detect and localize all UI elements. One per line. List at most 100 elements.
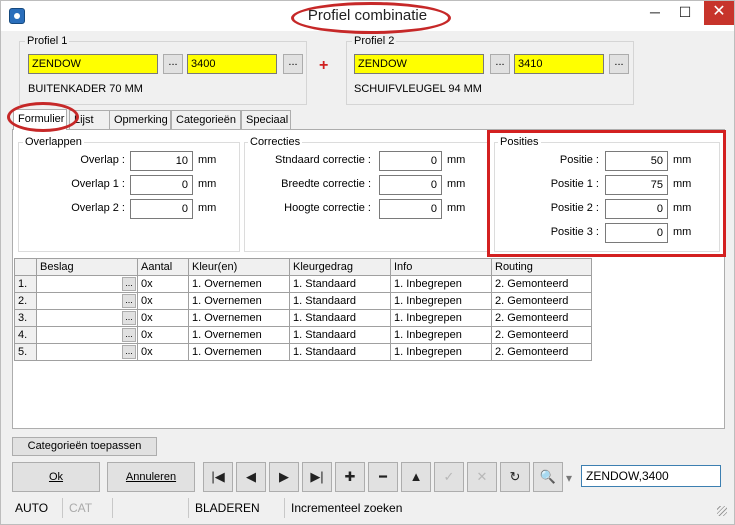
aantal-cell[interactable]: 0x — [137, 309, 189, 327]
beslag-cell[interactable]: ... — [36, 343, 138, 361]
first-record-button[interactable]: |◀ — [203, 462, 233, 492]
delete-record-button[interactable]: ━ — [368, 462, 398, 492]
row-number: 5. — [14, 343, 37, 361]
search-dropdown-icon[interactable]: ▾ — [566, 471, 572, 485]
refresh-icon[interactable]: ↻ — [500, 462, 530, 492]
grid-col-aantal[interactable]: Aantal — [137, 258, 189, 276]
table-row[interactable]: 5. ... 0x 1. Overnemen 1. Standaard 1. I… — [14, 343, 592, 361]
aantal-cell[interactable]: 0x — [137, 292, 189, 310]
overlap-input[interactable]: 10 — [130, 151, 193, 171]
cancel-x-icon[interactable]: ✕ — [467, 462, 497, 492]
routing-cell[interactable]: 2. Gemonteerd — [491, 309, 592, 327]
routing-cell[interactable]: 2. Gemonteerd — [491, 275, 592, 293]
kleurgedrag-cell[interactable]: 1. Standaard — [289, 309, 391, 327]
table-row[interactable]: 1. ... 0x 1. Overnemen 1. Standaard 1. I… — [14, 275, 592, 293]
status-search-mode: Incrementeel zoeken — [291, 501, 403, 515]
overlap1-input[interactable]: 0 — [130, 175, 193, 195]
overlap2-input[interactable]: 0 — [130, 199, 193, 219]
grid-col-routing[interactable]: Routing — [491, 258, 592, 276]
routing-cell[interactable]: 2. Gemonteerd — [491, 292, 592, 310]
info-cell[interactable]: 1. Inbegrepen — [390, 326, 492, 344]
beslag-cell[interactable]: ... — [36, 309, 138, 327]
hoogte-correctie-unit: mm — [447, 202, 466, 214]
ok-button[interactable]: Ok — [12, 462, 100, 492]
aantal-cell[interactable]: 0x — [137, 326, 189, 344]
row-number: 1. — [14, 275, 37, 293]
profiel1-code-field[interactable]: 3400 — [187, 54, 277, 74]
kleurgedrag-cell[interactable]: 1. Standaard — [289, 275, 391, 293]
profiel2-name-field[interactable]: ZENDOW — [354, 54, 484, 74]
close-button[interactable]: ✕ — [704, 1, 734, 25]
beslag-lookup-button[interactable]: ... — [122, 294, 136, 308]
grid-col-rownum — [14, 258, 37, 276]
kleur-cell[interactable]: 1. Overnemen — [188, 292, 290, 310]
profiel1-code-lookup-button[interactable]: ... — [283, 54, 303, 74]
table-row[interactable]: 2. ... 0x 1. Overnemen 1. Standaard 1. I… — [14, 292, 592, 310]
table-row[interactable]: 3. ... 0x 1. Overnemen 1. Standaard 1. I… — [14, 309, 592, 327]
last-record-button[interactable]: ▶| — [302, 462, 332, 492]
status-cat: CAT — [63, 498, 113, 518]
table-row[interactable]: 4. ... 0x 1. Overnemen 1. Standaard 1. I… — [14, 326, 592, 344]
beslag-lookup-button[interactable]: ... — [122, 328, 136, 342]
overlap-label: Overlap : — [80, 154, 125, 166]
standaard-correctie-input[interactable]: 0 — [379, 151, 442, 171]
profiel2-name-lookup-button[interactable]: ... — [490, 54, 510, 74]
confirm-check-icon[interactable]: ✓ — [434, 462, 464, 492]
beslag-lookup-button[interactable]: ... — [122, 277, 136, 291]
info-cell[interactable]: 1. Inbegrepen — [390, 275, 492, 293]
routing-cell[interactable]: 2. Gemonteerd — [491, 326, 592, 344]
binoculars-search-icon[interactable]: 🔍 — [533, 462, 563, 492]
search-input[interactable]: ZENDOW,3400 — [581, 465, 721, 487]
overlap1-label: Overlap 1 : — [71, 178, 125, 190]
info-cell[interactable]: 1. Inbegrepen — [390, 309, 492, 327]
row-number: 3. — [14, 309, 37, 327]
aantal-cell[interactable]: 0x — [137, 343, 189, 361]
previous-record-button[interactable]: ◀ — [236, 462, 266, 492]
profiel2-code-lookup-button[interactable]: ... — [609, 54, 629, 74]
annuleren-button[interactable]: Annuleren — [107, 462, 195, 492]
beslag-grid: Beslag Aantal Kleur(en) Kleurgedrag Info… — [14, 258, 592, 361]
minimize-button[interactable]: ─ — [641, 1, 669, 25]
profiel1-name-field[interactable]: ZENDOW — [28, 54, 158, 74]
hoogte-correctie-label: Hoogte correctie : — [284, 202, 371, 214]
next-record-button[interactable]: ▶ — [269, 462, 299, 492]
profiel2-label: Profiel 2 — [352, 35, 397, 47]
tab-speciaal[interactable]: Speciaal — [241, 110, 291, 129]
grid-col-kleurgedrag[interactable]: Kleurgedrag — [289, 258, 391, 276]
routing-cell[interactable]: 2. Gemonteerd — [491, 343, 592, 361]
maximize-button[interactable]: ☐ — [671, 1, 699, 25]
grid-col-kleuren[interactable]: Kleur(en) — [188, 258, 290, 276]
standaard-correctie-unit: mm — [447, 154, 466, 166]
beslag-cell[interactable]: ... — [36, 275, 138, 293]
breedte-correctie-input[interactable]: 0 — [379, 175, 442, 195]
kleurgedrag-cell[interactable]: 1. Standaard — [289, 292, 391, 310]
profiel2-code-field[interactable]: 3410 — [514, 54, 604, 74]
info-cell[interactable]: 1. Inbegrepen — [390, 343, 492, 361]
hoogte-correctie-input[interactable]: 0 — [379, 199, 442, 219]
tab-opmerking[interactable]: Opmerking — [109, 110, 171, 129]
beslag-cell[interactable]: ... — [36, 292, 138, 310]
kleurgedrag-cell[interactable]: 1. Standaard — [289, 343, 391, 361]
categorieen-toepassen-button[interactable]: Categorieën toepassen — [12, 437, 157, 456]
breedte-correctie-unit: mm — [447, 178, 466, 190]
tab-categorieen[interactable]: Categorieën — [171, 110, 241, 129]
add-record-button[interactable]: ✚ — [335, 462, 365, 492]
edit-up-button[interactable]: ▲ — [401, 462, 431, 492]
kleur-cell[interactable]: 1. Overnemen — [188, 343, 290, 361]
beslag-lookup-button[interactable]: ... — [122, 311, 136, 325]
grid-col-info[interactable]: Info — [390, 258, 492, 276]
aantal-cell[interactable]: 0x — [137, 275, 189, 293]
profiel1-name-lookup-button[interactable]: ... — [163, 54, 183, 74]
resize-grip-icon[interactable] — [717, 506, 727, 516]
kleur-cell[interactable]: 1. Overnemen — [188, 326, 290, 344]
kleurgedrag-cell[interactable]: 1. Standaard — [289, 326, 391, 344]
title-bar[interactable]: Profiel combinatie ─ ☐ ✕ — [1, 1, 734, 34]
kleur-cell[interactable]: 1. Overnemen — [188, 275, 290, 293]
kleur-cell[interactable]: 1. Overnemen — [188, 309, 290, 327]
profiel1-description: BUITENKADER 70 MM — [28, 83, 143, 95]
info-cell[interactable]: 1. Inbegrepen — [390, 292, 492, 310]
beslag-cell[interactable]: ... — [36, 326, 138, 344]
beslag-lookup-button[interactable]: ... — [122, 345, 136, 359]
grid-col-beslag[interactable]: Beslag — [36, 258, 138, 276]
correcties-title: Correcties — [248, 136, 303, 148]
